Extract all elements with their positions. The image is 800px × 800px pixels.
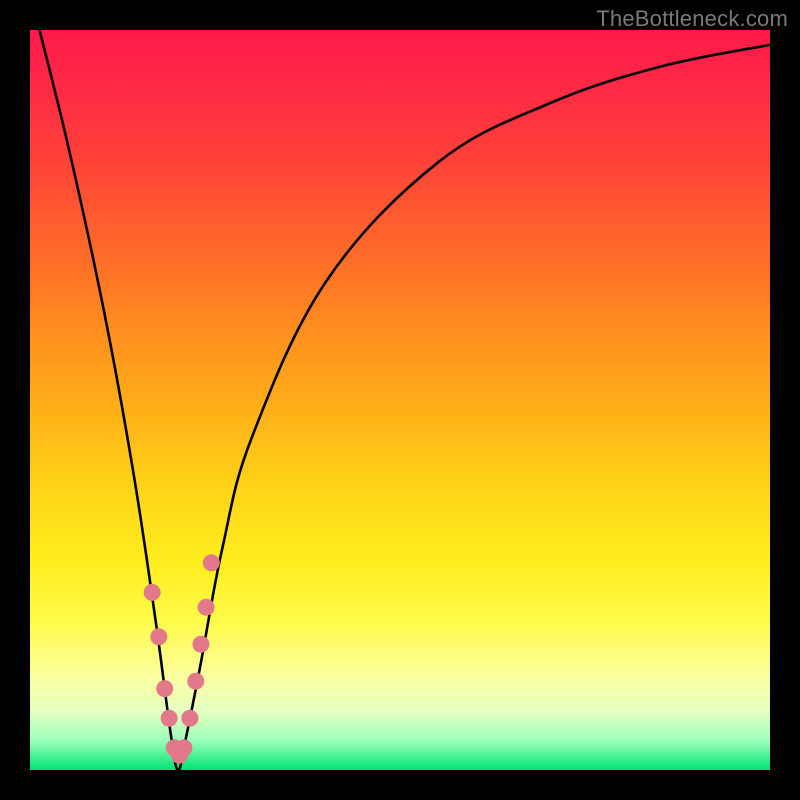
marker-dot (161, 710, 178, 727)
marker-dot (187, 673, 204, 690)
marker-dot (156, 680, 173, 697)
highlight-markers (144, 554, 220, 763)
watermark-text: TheBottleneck.com (596, 6, 788, 32)
curve-path (30, 30, 770, 770)
marker-dot (203, 554, 220, 571)
plot-area (30, 30, 770, 770)
curve-layer (30, 30, 770, 770)
marker-dot (198, 599, 215, 616)
chart-container: TheBottleneck.com (0, 0, 800, 800)
bottleneck-curve (30, 30, 770, 770)
marker-dot (144, 584, 161, 601)
marker-dot (150, 628, 167, 645)
marker-dot (181, 710, 198, 727)
marker-dot (192, 636, 209, 653)
marker-dot (175, 739, 192, 756)
